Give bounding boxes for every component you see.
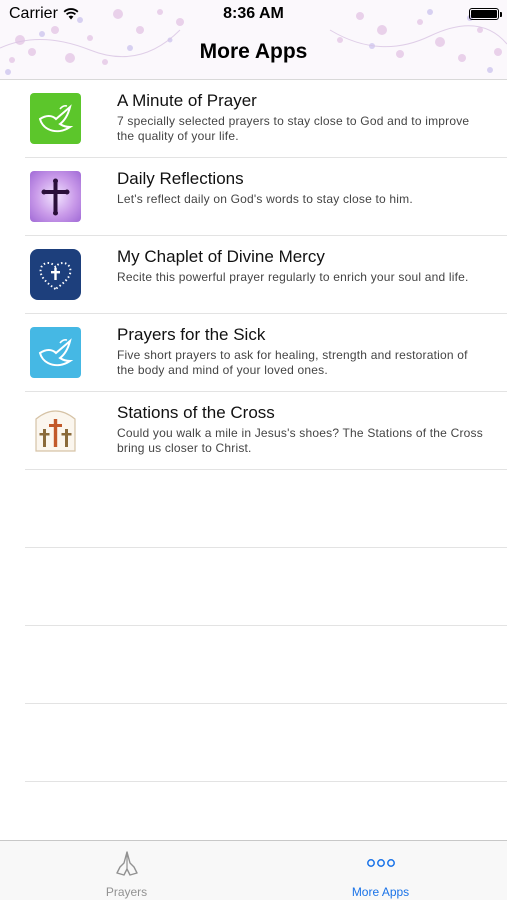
list-item-stations-of-the-cross[interactable]: Stations of the Cross Could you walk a m… — [25, 392, 507, 470]
tab-label: More Apps — [351, 885, 410, 899]
app-title: A Minute of Prayer — [117, 91, 257, 110]
more-dots-icon — [366, 849, 396, 877]
app-title: Daily Reflections — [117, 169, 244, 188]
status-bar: Carrier 8:36 AM — [0, 0, 507, 28]
navigation-header: Carrier 8:36 AM More Apps — [0, 0, 507, 80]
app-description: Recite this powerful prayer regularly to… — [117, 270, 469, 284]
status-time: 8:36 AM — [223, 5, 284, 22]
list-item-a-minute-of-prayer[interactable]: A Minute of Prayer 7 specially selected … — [25, 80, 507, 158]
dove-icon — [30, 327, 81, 378]
rosary-heart-icon — [30, 249, 81, 300]
empty-row — [25, 704, 507, 782]
praying-hands-icon — [112, 849, 142, 877]
app-title: Stations of the Cross — [117, 403, 275, 422]
app-description: Let's reflect daily on God's words to st… — [117, 192, 413, 206]
tab-more-apps[interactable]: More Apps — [254, 841, 507, 900]
three-crosses-icon — [30, 405, 81, 456]
app-title: My Chaplet of Divine Mercy — [117, 247, 325, 266]
app-description: 7 specially selected prayers to stay clo… — [117, 114, 470, 143]
battery-icon — [469, 8, 502, 20]
app-description: Five short prayers to ask for healing, s… — [117, 348, 468, 377]
list-item-prayers-for-the-sick[interactable]: Prayers for the Sick Five short prayers … — [25, 314, 507, 392]
cross-icon — [30, 171, 81, 222]
dove-icon — [30, 93, 81, 144]
apps-list: A Minute of Prayer 7 specially selected … — [0, 80, 507, 782]
empty-row — [25, 548, 507, 626]
empty-row — [25, 470, 507, 548]
list-item-my-chaplet-of-divine-mercy[interactable]: My Chaplet of Divine Mercy Recite this p… — [25, 236, 507, 314]
app-title: Prayers for the Sick — [117, 325, 266, 344]
tab-bar: Prayers More Apps — [0, 840, 507, 900]
tab-label: Prayers — [105, 885, 148, 899]
empty-row — [25, 626, 507, 704]
app-description: Could you walk a mile in Jesus's shoes? … — [117, 426, 483, 455]
page-title: More Apps — [199, 40, 308, 63]
tab-prayers[interactable]: Prayers — [0, 841, 253, 900]
list-item-daily-reflections[interactable]: Daily Reflections Let's reflect daily on… — [25, 158, 507, 236]
